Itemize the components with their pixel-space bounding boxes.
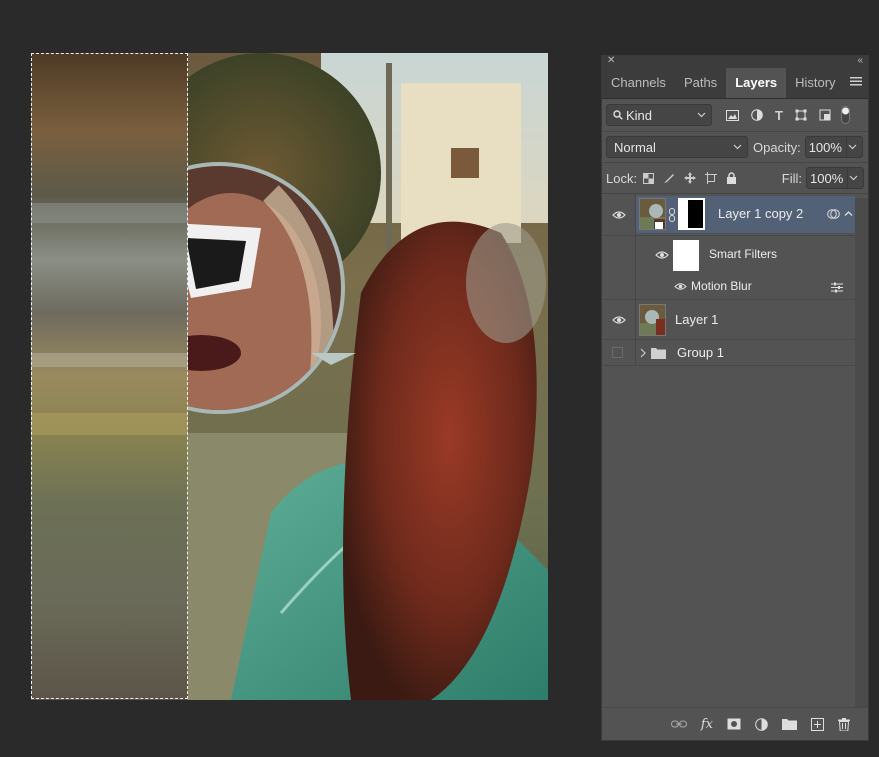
adjustment-filter-icon[interactable] xyxy=(751,109,763,121)
tab-paths[interactable]: Paths xyxy=(675,68,726,98)
lock-pixels-icon[interactable] xyxy=(663,172,675,184)
lock-row: Lock: Fill: 100% xyxy=(602,163,868,193)
blend-row: Normal Opacity: 100% xyxy=(602,132,868,162)
folder-icon xyxy=(651,348,666,359)
eye-icon[interactable] xyxy=(674,282,687,291)
lock-position-icon[interactable] xyxy=(684,172,697,184)
layers-panel: ✕ « Channels Paths Layers History Kind T xyxy=(601,55,869,741)
tab-layers[interactable]: Layers xyxy=(726,68,787,98)
eye-icon[interactable] xyxy=(612,315,626,325)
eye-icon[interactable] xyxy=(655,250,669,260)
layer-name[interactable]: Layer 1 xyxy=(675,312,718,327)
layer-name[interactable]: Group 1 xyxy=(677,345,724,360)
lock-artboard-icon[interactable] xyxy=(705,172,718,184)
layer-thumbnail xyxy=(639,198,666,230)
close-icon[interactable]: ✕ xyxy=(607,55,615,66)
new-group-icon[interactable] xyxy=(782,718,797,730)
panel-footer: fx xyxy=(602,707,868,740)
adjustment-layer-icon[interactable] xyxy=(755,717,768,731)
chevron-up-icon[interactable] xyxy=(844,210,853,217)
layer-name[interactable]: Layer 1 copy 2 xyxy=(718,206,803,221)
panel-menu-icon[interactable] xyxy=(850,74,862,92)
eye-icon[interactable] xyxy=(612,210,626,220)
panel-tabs: Channels Paths Layers History xyxy=(602,68,868,99)
fill-label: Fill: xyxy=(781,170,802,186)
type-filter-icon[interactable]: T xyxy=(775,108,783,123)
filter-name: Motion Blur xyxy=(691,279,752,293)
new-layer-icon[interactable] xyxy=(811,717,824,731)
smart-filters-label: Smart Filters xyxy=(709,247,778,261)
panel-titlebar: ✕ « xyxy=(602,55,868,68)
layers-list: Layer 1 copy 2 Smart Filters Motion Blur xyxy=(602,194,868,734)
collapse-icon[interactable]: « xyxy=(857,55,863,66)
chevron-down-icon xyxy=(849,175,858,181)
opacity-value: 100% xyxy=(808,139,842,155)
smart-filters-row[interactable]: Smart Filters xyxy=(602,236,855,274)
add-mask-icon[interactable] xyxy=(727,718,741,730)
chevron-down-icon xyxy=(697,112,706,118)
layer-row-group-1[interactable]: Group 1 xyxy=(602,340,855,366)
fill-field[interactable]: 100% xyxy=(806,167,864,189)
layer-thumbnail xyxy=(639,304,666,336)
lock-all-icon[interactable] xyxy=(726,172,737,184)
scrollbar[interactable] xyxy=(855,198,868,708)
filter-row-motion-blur[interactable]: Motion Blur xyxy=(602,274,855,300)
visibility-toggle-off[interactable] xyxy=(612,347,623,358)
filter-kind-label: Kind xyxy=(626,107,653,123)
chevron-down-icon xyxy=(733,144,742,150)
opacity-field[interactable]: 100% xyxy=(804,136,863,158)
layer-row-layer-1-copy-2[interactable]: Layer 1 copy 2 xyxy=(602,194,855,236)
smart-filter-badge-icon xyxy=(827,209,840,219)
blend-mode-value: Normal xyxy=(614,139,656,155)
blend-mode-select[interactable]: Normal xyxy=(606,136,748,158)
trash-icon[interactable] xyxy=(838,717,850,731)
tab-history[interactable]: History xyxy=(786,68,844,98)
chevron-down-icon xyxy=(848,144,857,150)
lock-transparent-icon[interactable] xyxy=(643,172,655,184)
shape-filter-icon[interactable] xyxy=(795,109,807,121)
filter-kind-select[interactable]: Kind xyxy=(606,104,712,126)
filter-options-icon[interactable] xyxy=(831,282,843,293)
document-canvas[interactable] xyxy=(31,53,548,700)
filter-row: Kind T xyxy=(602,99,868,131)
tab-channels[interactable]: Channels xyxy=(602,68,675,98)
fill-value: 100% xyxy=(810,170,844,186)
layer-row-layer-1[interactable]: Layer 1 xyxy=(602,300,855,340)
fx-icon[interactable]: fx xyxy=(701,717,713,732)
smart-filter-mask-thumbnail[interactable] xyxy=(673,240,699,271)
pixel-filter-icon[interactable] xyxy=(726,109,739,121)
opacity-label: Opacity: xyxy=(753,139,801,155)
lock-label: Lock: xyxy=(606,170,638,186)
photo xyxy=(31,53,548,700)
layer-mask-thumbnail[interactable] xyxy=(678,198,705,230)
link-layers-icon[interactable] xyxy=(670,719,687,729)
smart-object-filter-icon[interactable] xyxy=(819,109,831,121)
chain-link-icon[interactable] xyxy=(669,208,675,222)
search-icon xyxy=(613,110,623,120)
chevron-right-icon[interactable] xyxy=(640,348,646,358)
filter-toggle-icon[interactable] xyxy=(840,106,850,124)
